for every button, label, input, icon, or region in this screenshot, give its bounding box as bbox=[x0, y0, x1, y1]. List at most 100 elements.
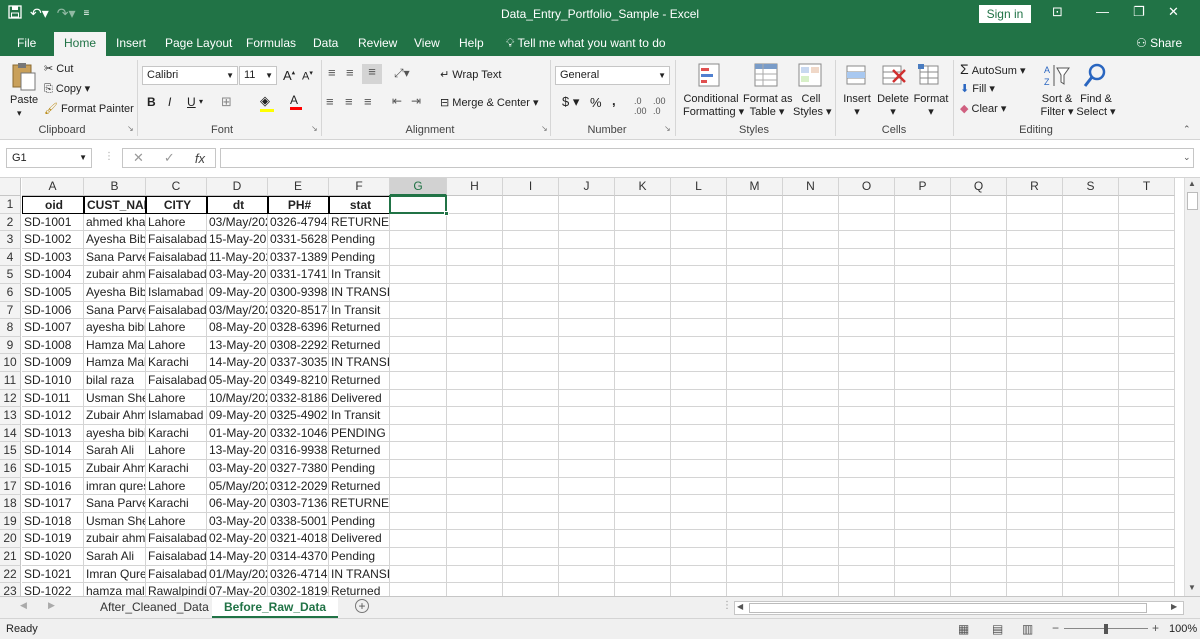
empty-cell[interactable] bbox=[559, 248, 615, 267]
empty-cell[interactable] bbox=[839, 512, 895, 531]
empty-cell[interactable] bbox=[783, 548, 839, 566]
empty-cell[interactable] bbox=[671, 336, 727, 355]
data-cell[interactable]: Delivered bbox=[329, 530, 390, 548]
empty-cell[interactable] bbox=[839, 213, 895, 232]
empty-cell[interactable] bbox=[839, 248, 895, 267]
scroll-left-icon[interactable]: ◀ bbox=[737, 602, 743, 611]
empty-cell[interactable] bbox=[839, 372, 895, 390]
header-cell[interactable]: stat bbox=[329, 196, 390, 214]
expand-formula-icon[interactable]: ⌄ bbox=[1183, 152, 1191, 163]
empty-cell[interactable] bbox=[1007, 248, 1063, 267]
name-box[interactable]: G1 ▼ bbox=[6, 148, 92, 168]
empty-cell[interactable] bbox=[895, 266, 951, 284]
empty-cell[interactable] bbox=[503, 389, 559, 408]
empty-cell[interactable] bbox=[559, 301, 615, 320]
tab-review[interactable]: Review bbox=[358, 36, 397, 50]
column-header-a[interactable]: A bbox=[22, 178, 84, 196]
empty-cell[interactable] bbox=[503, 530, 559, 548]
format-cells-button[interactable]: Format ▾ bbox=[913, 93, 949, 118]
empty-cell[interactable] bbox=[447, 389, 503, 408]
row-header[interactable]: 19 bbox=[0, 512, 21, 531]
empty-cell[interactable] bbox=[1119, 477, 1175, 496]
empty-cell[interactable] bbox=[390, 530, 447, 548]
vertical-scrollbar[interactable]: ▲ ▼ bbox=[1184, 178, 1200, 596]
empty-cell[interactable] bbox=[615, 530, 671, 548]
find-select-button[interactable]: Find & Select ▾ bbox=[1076, 93, 1116, 118]
paste-icon[interactable] bbox=[9, 62, 39, 91]
row-header[interactable]: 11 bbox=[0, 372, 21, 390]
empty-cell[interactable] bbox=[951, 565, 1007, 584]
empty-cell[interactable] bbox=[951, 354, 1007, 372]
empty-cell[interactable] bbox=[390, 266, 447, 284]
empty-cell[interactable] bbox=[783, 213, 839, 232]
data-cell[interactable]: Sana Parveen bbox=[84, 248, 146, 267]
column-header-l[interactable]: L bbox=[671, 178, 727, 196]
empty-cell[interactable] bbox=[951, 424, 1007, 443]
empty-cell[interactable] bbox=[839, 231, 895, 249]
empty-cell[interactable] bbox=[671, 477, 727, 496]
scroll-right-icon[interactable]: ▶ bbox=[1171, 602, 1177, 611]
column-header-p[interactable]: P bbox=[895, 178, 951, 196]
column-header-f[interactable]: F bbox=[329, 178, 390, 196]
empty-cell[interactable] bbox=[783, 530, 839, 548]
empty-cell[interactable] bbox=[1063, 266, 1119, 284]
empty-cell[interactable] bbox=[503, 213, 559, 232]
data-cell[interactable]: bilal raza bbox=[84, 372, 146, 390]
scroll-down-icon[interactable]: ▼ bbox=[1188, 583, 1196, 592]
data-cell[interactable]: RETURNED bbox=[329, 213, 390, 232]
empty-cell[interactable] bbox=[895, 548, 951, 566]
sort-filter-button[interactable]: Sort & Filter ▾ bbox=[1039, 93, 1075, 118]
data-cell[interactable]: Pending bbox=[329, 248, 390, 267]
data-cell[interactable]: 05/May/2024 bbox=[207, 477, 268, 496]
empty-cell[interactable] bbox=[783, 565, 839, 584]
empty-cell[interactable] bbox=[447, 336, 503, 355]
ribbon-display-icon[interactable]: ⊡ bbox=[1052, 4, 1063, 20]
zoom-in-icon[interactable]: + bbox=[1152, 621, 1159, 635]
empty-cell[interactable] bbox=[727, 389, 783, 408]
zoom-level[interactable]: 100% bbox=[1169, 623, 1197, 635]
data-cell[interactable]: 03-May-2024 bbox=[207, 460, 268, 478]
data-cell[interactable]: 14-May-2024 bbox=[207, 548, 268, 566]
empty-cell[interactable] bbox=[559, 372, 615, 390]
data-cell[interactable]: Returned bbox=[329, 336, 390, 355]
empty-cell[interactable] bbox=[895, 319, 951, 337]
empty-cell[interactable] bbox=[1119, 284, 1175, 302]
conditional-formatting-button[interactable]: Conditional Formatting ▾ bbox=[683, 93, 744, 118]
tab-view[interactable]: View bbox=[414, 36, 440, 50]
data-cell[interactable]: Ayesha Bibi bbox=[84, 231, 146, 249]
empty-cell[interactable] bbox=[671, 548, 727, 566]
column-header-s[interactable]: S bbox=[1063, 178, 1119, 196]
data-cell[interactable]: Lahore bbox=[146, 512, 207, 531]
data-cell[interactable]: zubair ahmed bbox=[84, 266, 146, 284]
row-header[interactable]: 3 bbox=[0, 231, 21, 249]
data-cell[interactable]: SD-1003 bbox=[22, 248, 84, 267]
data-cell[interactable]: RETURNED bbox=[329, 495, 390, 513]
empty-cell[interactable] bbox=[895, 477, 951, 496]
empty-cell[interactable] bbox=[671, 301, 727, 320]
empty-cell[interactable] bbox=[671, 424, 727, 443]
empty-cell[interactable] bbox=[1063, 495, 1119, 513]
empty-cell[interactable] bbox=[447, 213, 503, 232]
empty-cell[interactable] bbox=[951, 442, 1007, 460]
column-header-c[interactable]: C bbox=[146, 178, 207, 196]
data-cell[interactable]: Faisalabad bbox=[146, 301, 207, 320]
empty-cell[interactable] bbox=[727, 512, 783, 531]
data-cell[interactable]: Faisalabad bbox=[146, 548, 207, 566]
underline-button[interactable]: U bbox=[187, 95, 196, 109]
empty-cell[interactable] bbox=[447, 284, 503, 302]
empty-cell[interactable] bbox=[783, 319, 839, 337]
empty-cell[interactable] bbox=[895, 372, 951, 390]
data-cell[interactable]: Karachi bbox=[146, 460, 207, 478]
empty-cell[interactable] bbox=[559, 319, 615, 337]
data-cell[interactable]: SD-1013 bbox=[22, 424, 84, 443]
empty-cell[interactable] bbox=[951, 231, 1007, 249]
empty-cell[interactable] bbox=[1063, 248, 1119, 267]
empty-cell[interactable] bbox=[503, 460, 559, 478]
empty-cell[interactable] bbox=[1063, 389, 1119, 408]
data-cell[interactable]: In Transit bbox=[329, 301, 390, 320]
empty-cell[interactable] bbox=[1063, 583, 1119, 596]
empty-cell[interactable] bbox=[839, 319, 895, 337]
borders-icon[interactable]: ⊞ bbox=[221, 94, 232, 110]
empty-cell[interactable] bbox=[727, 284, 783, 302]
data-cell[interactable]: Sarah Ali bbox=[84, 548, 146, 566]
